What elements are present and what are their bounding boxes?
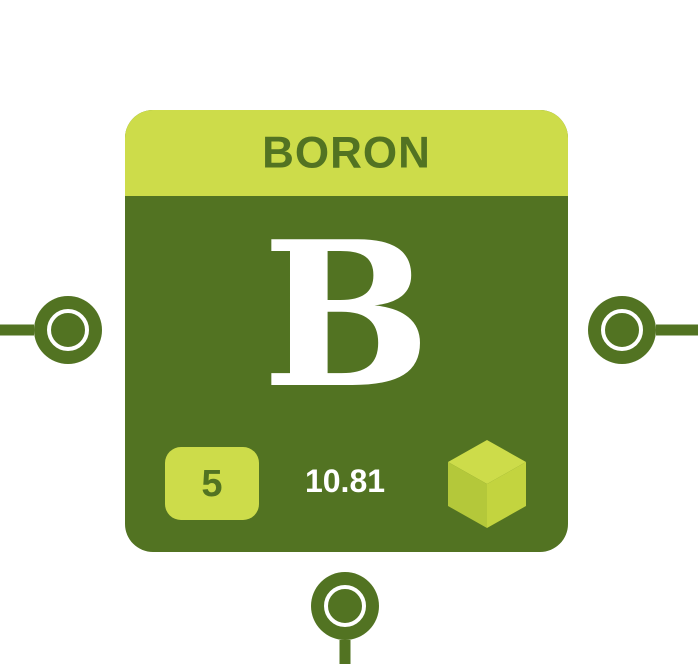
atomic-number-badge: 5 — [165, 447, 259, 520]
bottom-connector-node-icon — [311, 572, 379, 664]
element-card-header: BORON — [125, 110, 568, 196]
cube-icon — [448, 440, 526, 528]
right-connector-node-icon — [588, 296, 698, 364]
element-name: BORON — [262, 127, 431, 178]
atomic-number: 5 — [201, 462, 223, 505]
element-symbol: B — [261, 198, 432, 433]
left-connector-node-icon — [0, 296, 102, 364]
atomic-mass: 10.81 — [304, 463, 386, 499]
element-card: BORON B 5 10.81 — [125, 110, 568, 552]
